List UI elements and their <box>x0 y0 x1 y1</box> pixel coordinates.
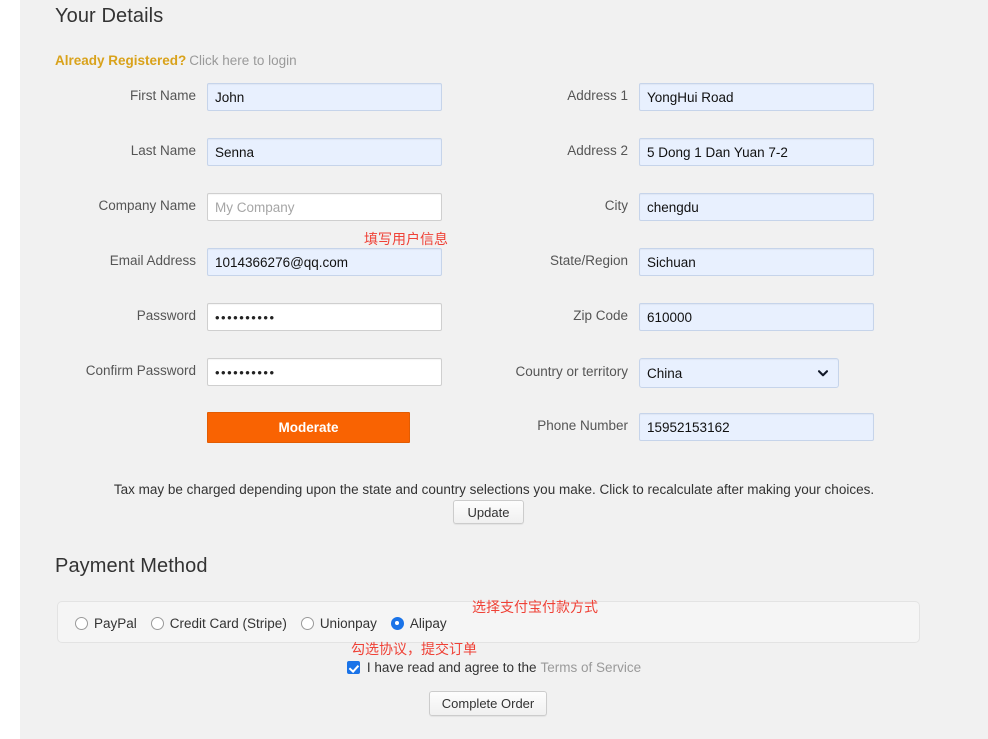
radio-icon-credit-card[interactable] <box>150 616 164 630</box>
label-city: City <box>604 198 628 213</box>
already-registered-label: Already Registered? <box>55 53 187 68</box>
left-margin-strip <box>0 0 20 739</box>
checkout-page: Your Details Already Registered? Click he… <box>0 0 988 739</box>
moderate-button[interactable]: Moderate <box>207 412 410 443</box>
label-country: Country or territory <box>515 364 628 379</box>
phone-number-input[interactable] <box>639 413 874 441</box>
field-city: City <box>605 193 874 221</box>
last-name-input[interactable] <box>207 138 442 166</box>
payment-option-alipay-label: Alipay <box>409 615 447 631</box>
country-select[interactable]: China <box>639 358 839 388</box>
page-title-payment-method: Payment Method <box>55 555 208 577</box>
field-email-address: Email Address <box>110 248 442 276</box>
country-select-value: China <box>647 365 683 381</box>
annotation-select-alipay: 选择支付宝付款方式 <box>472 600 598 616</box>
terms-label: I have read and agree to the <box>366 660 537 675</box>
payment-option-unionpay-label: Unionpay <box>319 615 377 631</box>
tax-note: Tax may be charged depending upon the st… <box>113 482 875 497</box>
terms-checkbox[interactable] <box>346 661 360 674</box>
field-address-2: Address 2 <box>567 138 874 166</box>
state-region-input[interactable] <box>639 248 874 276</box>
annotation-check-terms: 勾选协议，提交订单 <box>351 642 477 658</box>
radio-icon-paypal[interactable] <box>75 616 88 630</box>
chevron-down-icon <box>817 370 829 377</box>
radio-icon-unionpay[interactable] <box>300 616 314 630</box>
field-country: Country or territory China <box>515 358 839 388</box>
terms-row: I have read and agree to the Terms of Se… <box>0 660 988 675</box>
label-confirm-password: Confirm Password <box>85 363 196 378</box>
radio-icon-alipay[interactable] <box>390 616 404 630</box>
confirm-password-input[interactable] <box>207 358 442 386</box>
annotation-fill-user-info: 填写用户信息 <box>364 232 448 248</box>
label-state-region: State/Region <box>549 253 628 268</box>
field-zip-code: Zip Code <box>573 303 874 331</box>
password-input[interactable] <box>207 303 442 331</box>
company-name-input[interactable] <box>207 193 442 221</box>
label-company-name: Company Name <box>98 198 196 213</box>
label-first-name: First Name <box>129 88 196 103</box>
label-password: Password <box>136 308 196 323</box>
field-state-region: State/Region <box>550 248 874 276</box>
field-company-name: Company Name <box>98 193 442 221</box>
payment-option-paypal[interactable]: PayPal <box>75 616 137 631</box>
update-button[interactable]: Update <box>453 500 524 524</box>
zip-code-input[interactable] <box>639 303 874 331</box>
login-link[interactable]: Click here to login <box>189 53 296 68</box>
complete-order-button[interactable]: Complete Order <box>429 691 547 716</box>
field-phone-number: Phone Number <box>537 413 874 441</box>
page-title-your-details: Your Details <box>55 5 164 27</box>
label-email-address: Email Address <box>109 253 196 268</box>
payment-option-credit-card-label: Credit Card (Stripe) <box>169 615 287 631</box>
email-address-input[interactable] <box>207 248 442 276</box>
payment-method-options: PayPal Credit Card (Stripe) Unionpay Ali… <box>75 602 461 644</box>
first-name-input[interactable] <box>207 83 442 111</box>
field-confirm-password: Confirm Password <box>86 358 442 386</box>
label-address-1: Address 1 <box>567 88 628 103</box>
already-registered-row: Already Registered? Click here to login <box>55 53 297 68</box>
payment-option-paypal-label: PayPal <box>94 615 137 631</box>
label-phone-number: Phone Number <box>537 418 628 433</box>
address-1-input[interactable] <box>639 83 874 111</box>
field-password: Password <box>137 303 442 331</box>
payment-option-credit-card[interactable]: Credit Card (Stripe) <box>150 615 287 631</box>
label-last-name: Last Name <box>130 143 196 158</box>
field-last-name: Last Name <box>131 138 442 166</box>
label-zip-code: Zip Code <box>573 308 628 323</box>
payment-option-unionpay[interactable]: Unionpay <box>300 615 377 631</box>
address-2-input[interactable] <box>639 138 874 166</box>
payment-option-alipay[interactable]: Alipay <box>390 615 447 631</box>
terms-of-service-link[interactable]: Terms of Service <box>541 660 642 675</box>
field-address-1: Address 1 <box>567 83 874 111</box>
city-input[interactable] <box>639 193 874 221</box>
field-first-name: First Name <box>130 83 442 111</box>
label-address-2: Address 2 <box>567 143 628 158</box>
